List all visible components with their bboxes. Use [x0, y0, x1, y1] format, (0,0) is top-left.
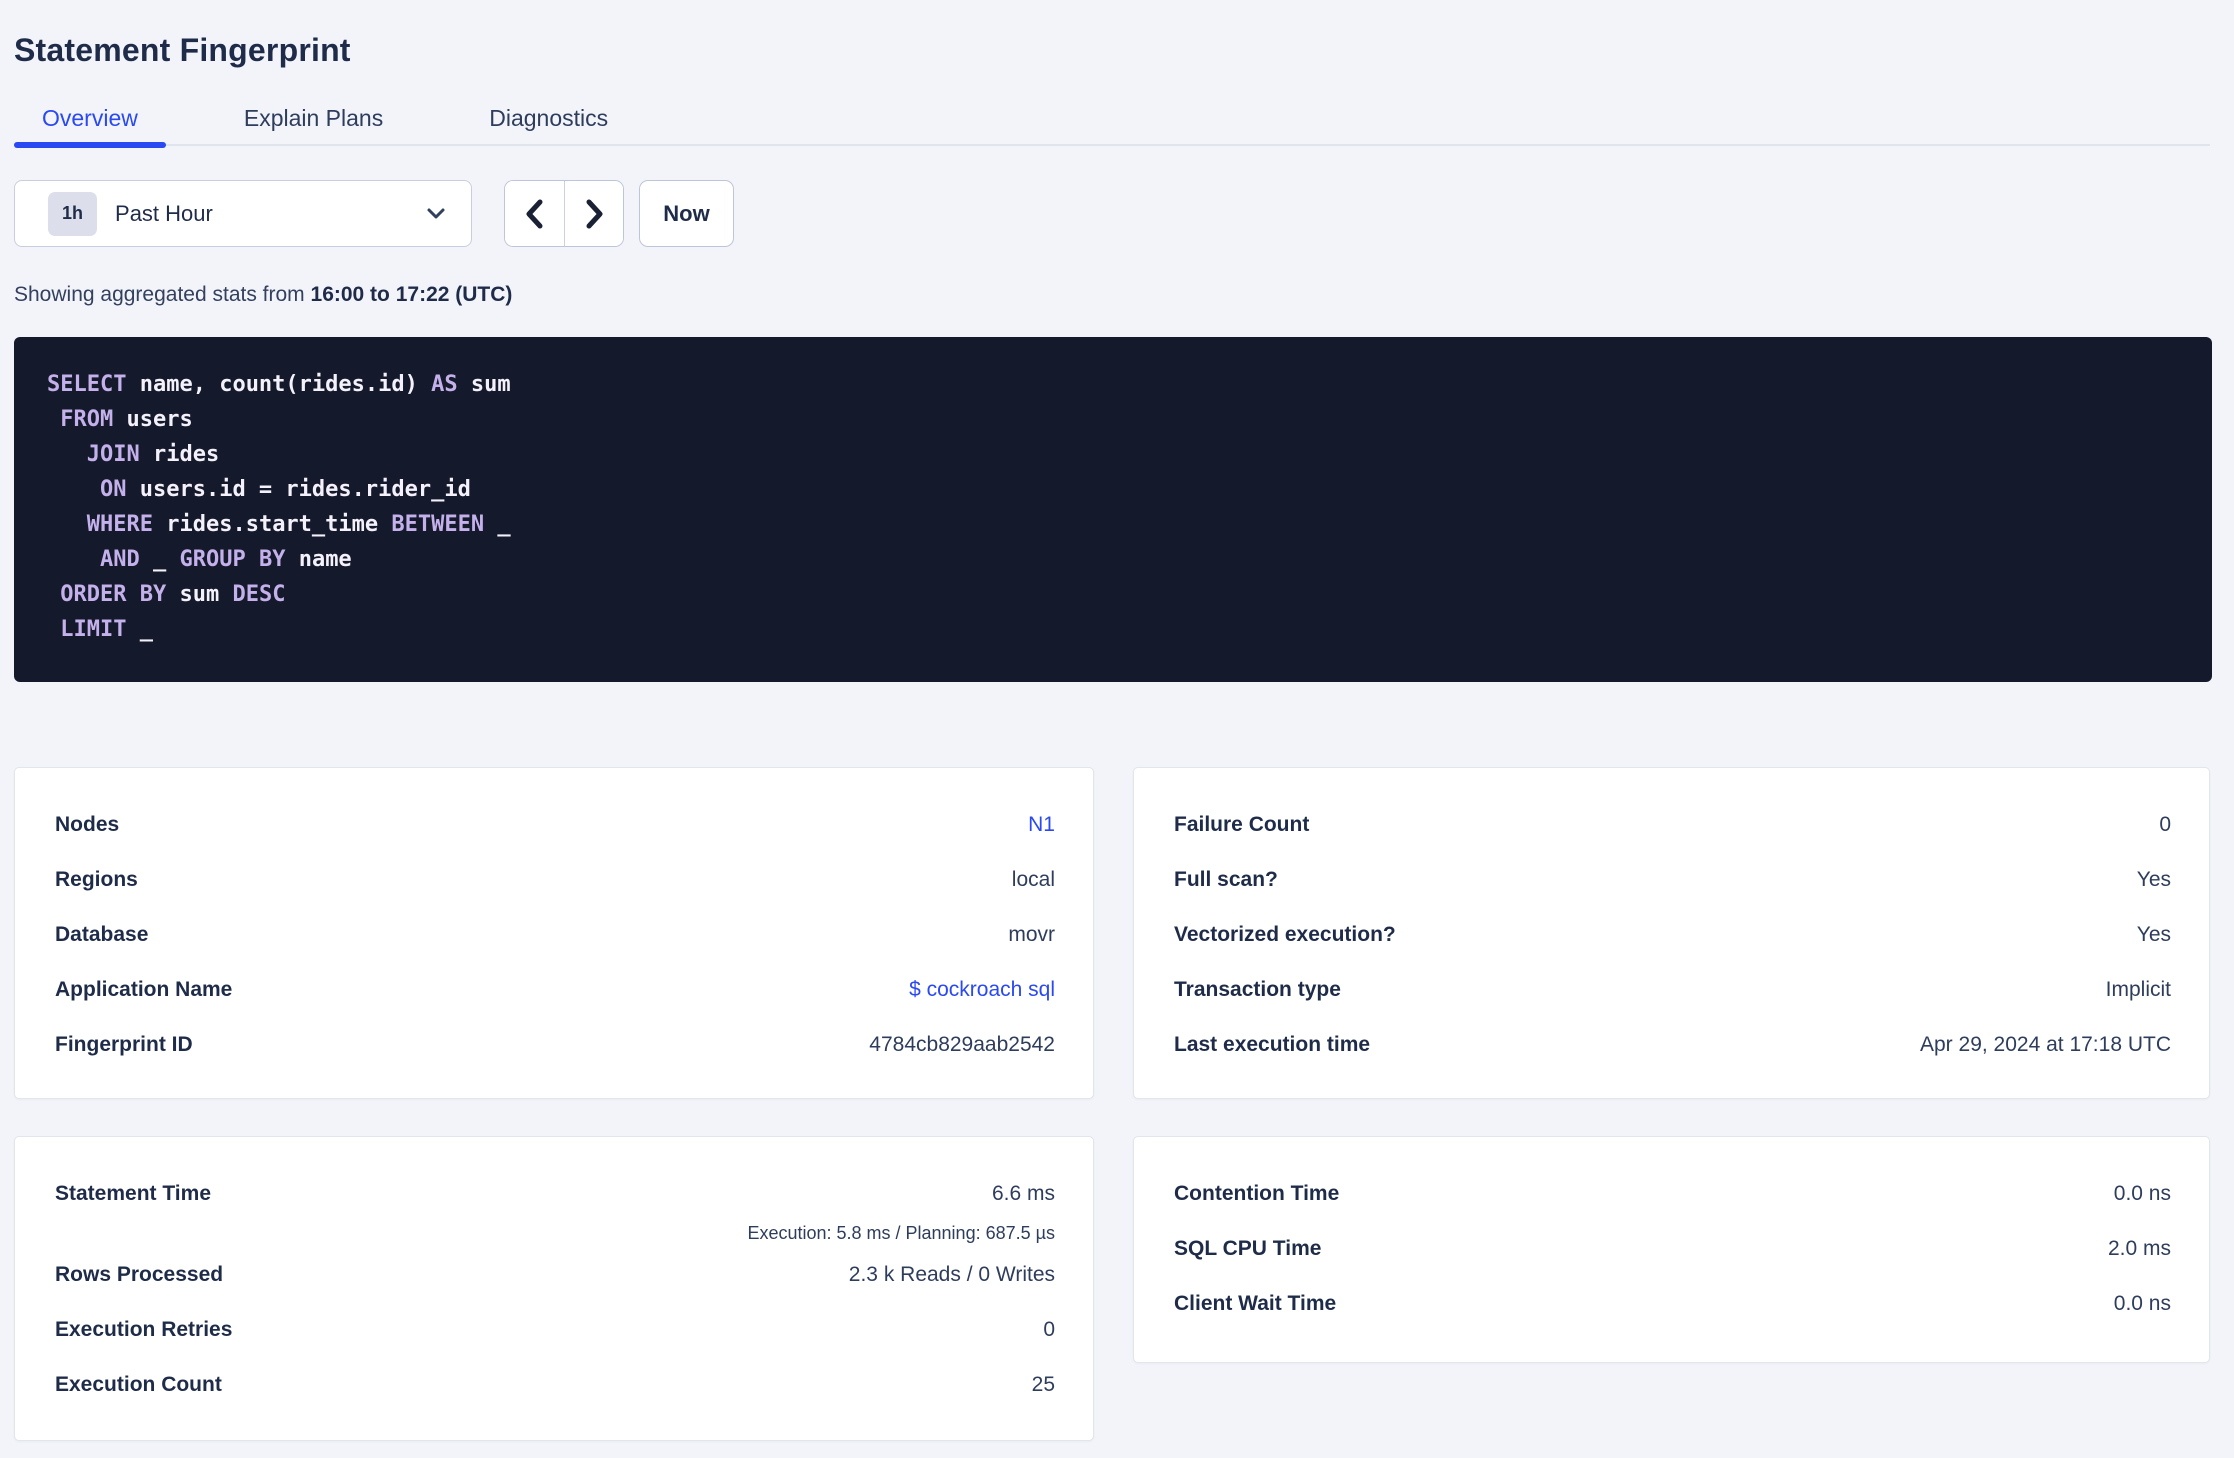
statement-fingerprint-page: Statement Fingerprint Overview Explain P… — [0, 0, 2234, 1458]
sql-line: FROM users — [60, 407, 193, 432]
row-value: 2.3 k Reads / 0 Writes — [848, 1262, 1055, 1286]
row-value: Yes — [2136, 867, 2171, 891]
bottom-cards-row: Statement Time 6.6 ms Execution: 5.8 ms … — [14, 1136, 2210, 1441]
statement-timing-card: Statement Time 6.6 ms Execution: 5.8 ms … — [14, 1136, 1094, 1441]
row-label: Last execution time — [1174, 1032, 1371, 1056]
execution-attributes-card: Failure Count 0 Full scan? Yes Vectorize… — [1133, 767, 2210, 1099]
row-label: Full scan? — [1174, 867, 1278, 891]
tab-diagnostics[interactable]: Diagnostics — [461, 93, 636, 144]
contention-row-contention-time: Contention Time 0.0 ns — [1174, 1166, 2171, 1221]
tabs-bar: Overview Explain Plans Diagnostics — [14, 93, 2210, 148]
row-value: 0.0 ns — [2113, 1291, 2171, 1315]
next-range-button[interactable] — [564, 181, 623, 246]
top-cards-row: Nodes N1 Regions local Database movr App… — [14, 767, 2210, 1099]
now-button-label: Now — [663, 200, 710, 226]
row-label: Nodes — [55, 812, 120, 836]
row-value: 25 — [1031, 1372, 1055, 1396]
row-label: Failure Count — [1174, 812, 1310, 836]
attr-row-last-execution-time: Last execution time Apr 29, 2024 at 17:1… — [1174, 1017, 2171, 1072]
time-range-label: Past Hour — [115, 200, 213, 226]
row-value: 0 — [1043, 1317, 1055, 1341]
timing-row-statement-time: Statement Time 6.6 ms — [55, 1166, 1055, 1221]
tab-explain-plans-label: Explain Plans — [243, 105, 384, 131]
row-value: Implicit — [2105, 977, 2171, 1001]
page-title: Statement Fingerprint — [14, 32, 351, 68]
attr-row-full-scan: Full scan? Yes — [1174, 852, 2171, 907]
sql-line: JOIN rides — [86, 442, 220, 467]
row-value: 0 — [2159, 812, 2171, 836]
statement-time-breakdown: Execution: 5.8 ms / Planning: 687.5 µs — [747, 1223, 1055, 1243]
sql-line: SELECT name, count(rides.id) AS sum — [47, 372, 511, 397]
row-label: SQL CPU Time — [1174, 1236, 1322, 1260]
timing-row-rows-processed: Rows Processed 2.3 k Reads / 0 Writes — [55, 1247, 1055, 1302]
application-name-link[interactable]: $ cockroach sql — [909, 978, 1055, 1002]
sql-line: ON users.id = rides.rider_id — [99, 477, 471, 502]
row-value: 2.0 ms — [2107, 1236, 2171, 1260]
attr-row-vectorized: Vectorized execution? Yes — [1174, 907, 2171, 962]
detail-row-fingerprint-id: Fingerprint ID 4784cb829aab2542 — [55, 1017, 1055, 1072]
time-controls-row: 1h Past Hour Now — [14, 180, 2210, 247]
time-range-dropdown[interactable]: 1h Past Hour — [14, 180, 472, 247]
active-tab-underline — [14, 142, 166, 148]
detail-row-application-name: Application Name $ cockroach sql — [55, 962, 1055, 1017]
row-value: Yes — [2136, 922, 2171, 946]
row-label: Execution Retries — [55, 1317, 233, 1341]
nodes-link[interactable]: N1 — [1028, 813, 1055, 837]
row-label: Vectorized execution? — [1174, 922, 1396, 946]
tab-overview-label: Overview — [42, 105, 138, 131]
attr-row-transaction-type: Transaction type Implicit — [1174, 962, 2171, 1017]
now-button[interactable]: Now — [639, 180, 734, 247]
contention-row-sql-cpu-time: SQL CPU Time 2.0 ms — [1174, 1221, 2171, 1276]
tab-explain-plans[interactable]: Explain Plans — [216, 93, 411, 144]
row-label: Regions — [55, 867, 138, 891]
row-label: Statement Time — [55, 1181, 211, 1205]
row-label: Contention Time — [1174, 1181, 1340, 1205]
row-label: Transaction type — [1174, 977, 1341, 1001]
detail-row-database: Database movr — [55, 907, 1055, 962]
row-value: 4784cb829aab2542 — [869, 1032, 1055, 1056]
contention-card: Contention Time 0.0 ns SQL CPU Time 2.0 … — [1133, 1136, 2210, 1363]
statement-details-card: Nodes N1 Regions local Database movr App… — [14, 767, 1094, 1099]
row-label: Rows Processed — [55, 1262, 224, 1286]
chevron-right-icon — [580, 197, 608, 231]
timing-row-execution-retries: Execution Retries 0 — [55, 1302, 1055, 1357]
stats-summary-prefix: Showing aggregated stats from — [14, 283, 311, 306]
sql-statement-box: SELECT name, count(rides.id) AS sum FROM… — [14, 337, 2212, 682]
stats-summary: Showing aggregated stats from 16:00 to 1… — [14, 283, 2210, 307]
detail-row-nodes: Nodes N1 — [55, 797, 1055, 852]
row-label: Fingerprint ID — [55, 1032, 193, 1056]
row-value: 6.6 ms — [991, 1181, 1055, 1205]
attr-row-failure-count: Failure Count 0 — [1174, 797, 2171, 852]
sql-line: WHERE rides.start_time BETWEEN _ — [86, 512, 511, 537]
stats-summary-range: 16:00 to 17:22 (UTC) — [310, 283, 513, 306]
row-label: Client Wait Time — [1174, 1291, 1337, 1315]
row-label: Database — [55, 922, 149, 946]
row-value: 0.0 ns — [2113, 1181, 2171, 1205]
sql-line: LIMIT _ — [60, 617, 153, 642]
row-label: Execution Count — [55, 1372, 222, 1396]
time-range-pager — [504, 180, 624, 247]
contention-row-client-wait-time: Client Wait Time 0.0 ns — [1174, 1276, 2171, 1331]
row-value: movr — [1008, 922, 1055, 946]
row-value: local — [1011, 867, 1055, 891]
row-value: Apr 29, 2024 at 17:18 UTC — [1920, 1032, 2171, 1056]
detail-row-regions: Regions local — [55, 852, 1055, 907]
time-range-badge: 1h — [48, 191, 98, 236]
timing-row-execution-count: Execution Count 25 — [55, 1357, 1055, 1412]
prev-range-button[interactable] — [505, 181, 564, 246]
sql-line: AND _ GROUP BY name — [99, 547, 352, 572]
tab-overview[interactable]: Overview — [14, 93, 166, 148]
chevron-down-icon — [423, 205, 449, 223]
tab-diagnostics-label: Diagnostics — [489, 105, 609, 131]
chevron-left-icon — [521, 197, 549, 231]
row-label: Application Name — [55, 977, 233, 1001]
sql-line: ORDER BY sum DESC — [60, 582, 286, 607]
